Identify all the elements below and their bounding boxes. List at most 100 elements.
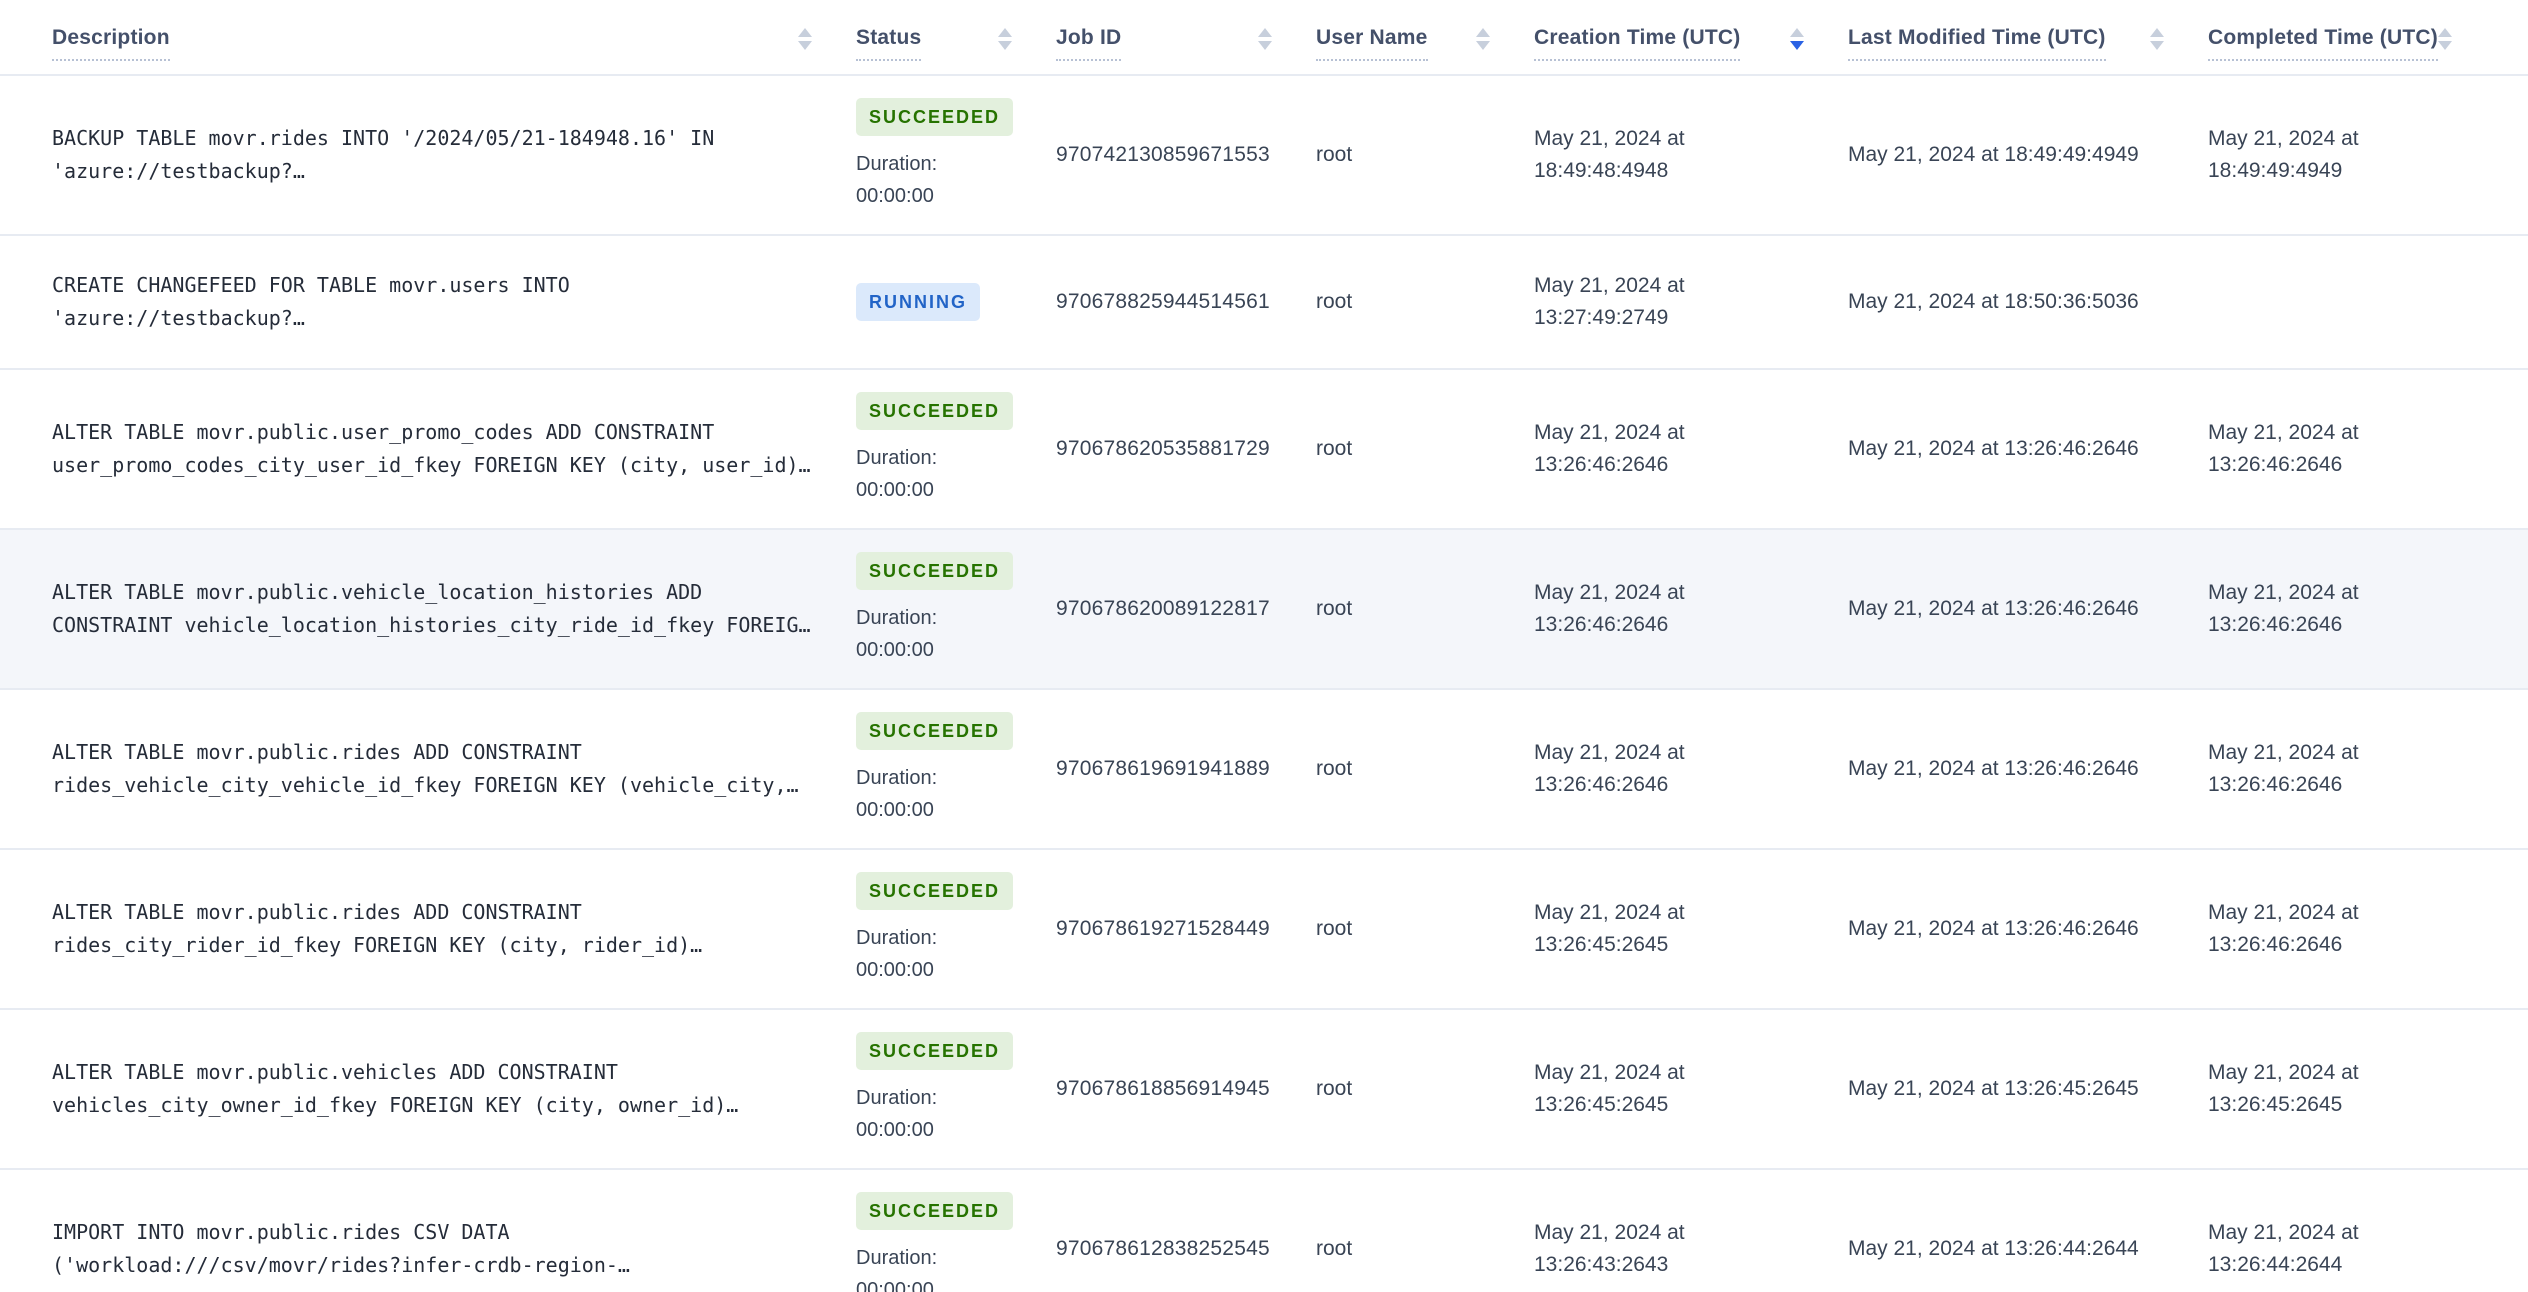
duration-text: Duration: 00:00:00: [856, 1247, 938, 1292]
sort-asc-icon[interactable]: [1258, 28, 1272, 37]
job-description: ALTER TABLE movr.public.user_promo_codes…: [52, 416, 827, 482]
cell-creation-time: May 21, 2024 at 13:26:45:2645: [1534, 901, 1685, 956]
sort-desc-icon[interactable]: [798, 41, 812, 50]
status-badge: SUCCEEDED: [856, 1192, 1014, 1230]
cell-last-modified-time: May 21, 2024 at 13:26:46:2646: [1848, 597, 2139, 620]
job-description-line: user_promo_codes_city_user_id_fkey FOREI…: [52, 453, 811, 477]
job-description-line: CREATE CHANGEFEED FOR TABLE movr.users I…: [52, 273, 570, 297]
cell-status: SUCCEEDED Duration: 00:00:00: [856, 1010, 1056, 1168]
sort-asc-icon[interactable]: [2437, 28, 2452, 37]
sort-desc-icon[interactable]: [2150, 41, 2164, 50]
sort-asc-icon[interactable]: [2150, 28, 2164, 37]
cell-status: SUCCEEDED Duration: 00:00:00: [856, 530, 1056, 688]
sort-arrows-icon[interactable]: [1476, 28, 1490, 50]
job-description-line: IMPORT INTO movr.public.rides CSV DATA: [52, 1220, 510, 1244]
job-description: BACKUP TABLE movr.rides INTO '/2024/05/2…: [52, 122, 827, 188]
sort-asc-icon[interactable]: [1476, 28, 1490, 37]
cell-completed-time: [2208, 280, 2528, 324]
sort-asc-icon[interactable]: [798, 28, 812, 37]
column-header-label[interactable]: Job ID: [1056, 26, 1122, 61]
status-badge: RUNNING: [856, 283, 980, 321]
cell-last-modified-time: May 21, 2024 at 18:50:36:5036: [1848, 290, 2139, 313]
cell-job-id[interactable]: 970678619271528449: [1056, 891, 1316, 967]
sort-desc-icon[interactable]: [998, 41, 1012, 50]
cell-user-name: root: [1316, 1077, 1353, 1100]
sort-arrows-icon[interactable]: [2150, 28, 2164, 50]
table-row[interactable]: CREATE CHANGEFEED FOR TABLE movr.users I…: [0, 236, 2528, 370]
sort-arrows-icon[interactable]: [1258, 28, 1272, 50]
cell-job-id[interactable]: 970678618856914945: [1056, 1051, 1316, 1127]
duration-text: Duration: 00:00:00: [856, 927, 938, 981]
sort-arrows-icon[interactable]: [2437, 28, 2452, 50]
cell-status: SUCCEEDED Duration: 00:00:00: [856, 76, 1056, 234]
column-header-completed_time[interactable]: Completed Time (UTC): [2208, 0, 2528, 74]
column-header-label[interactable]: Description: [52, 26, 170, 61]
column-header-status[interactable]: Status: [856, 0, 1056, 74]
column-header-label[interactable]: Last Modified Time (UTC): [1848, 26, 2106, 61]
table-row[interactable]: ALTER TABLE movr.public.rides ADD CONSTR…: [0, 690, 2528, 850]
cell-description: BACKUP TABLE movr.rides INTO '/2024/05/2…: [0, 100, 856, 210]
column-header-creation_time[interactable]: Creation Time (UTC): [1534, 0, 1848, 74]
sort-desc-icon[interactable]: [2437, 41, 2452, 50]
job-description: ALTER TABLE movr.public.vehicle_location…: [52, 576, 827, 642]
sort-arrows-icon[interactable]: [1790, 28, 1804, 50]
column-header-label[interactable]: User Name: [1316, 26, 1428, 61]
duration-text: Duration: 00:00:00: [856, 607, 938, 661]
column-header-job_id[interactable]: Job ID: [1056, 0, 1316, 74]
job-description-line: vehicles_city_owner_id_fkey FOREIGN KEY …: [52, 1093, 739, 1117]
table-row[interactable]: ALTER TABLE movr.public.vehicles ADD CON…: [0, 1010, 2528, 1170]
job-description: ALTER TABLE movr.public.rides ADD CONSTR…: [52, 896, 827, 962]
sort-desc-icon[interactable]: [1476, 41, 1490, 50]
cell-completed-time: May 21, 2024 at 13:26:46:2646: [2208, 741, 2359, 796]
cell-job-id[interactable]: 970678619691941889: [1056, 731, 1316, 807]
sort-asc-icon[interactable]: [1790, 28, 1804, 37]
table-row[interactable]: IMPORT INTO movr.public.rides CSV DATA ('…: [0, 1170, 2528, 1292]
sort-desc-icon[interactable]: [1790, 41, 1804, 50]
sort-arrows-icon[interactable]: [998, 28, 1012, 50]
status-badge: SUCCEEDED: [856, 392, 1014, 430]
cell-creation-time: May 21, 2024 at 13:27:49:2749: [1534, 274, 1685, 329]
table-row[interactable]: ALTER TABLE movr.public.vehicle_location…: [0, 530, 2528, 690]
sort-desc-icon[interactable]: [1258, 41, 1272, 50]
cell-description: ALTER TABLE movr.public.rides ADD CONSTR…: [0, 874, 856, 984]
cell-description: ALTER TABLE movr.public.user_promo_codes…: [0, 394, 856, 504]
job-description-line: ALTER TABLE movr.public.vehicles ADD CON…: [52, 1060, 618, 1084]
job-description: IMPORT INTO movr.public.rides CSV DATA ('…: [52, 1216, 827, 1282]
column-header-label[interactable]: Creation Time (UTC): [1534, 26, 1741, 61]
cell-job-id[interactable]: 970678825944514561: [1056, 264, 1316, 340]
job-description-line: rides_city_rider_id_fkey FOREIGN KEY (ci…: [52, 933, 703, 957]
cell-status: SUCCEEDED Duration: 00:00:00: [856, 850, 1056, 1008]
cell-user-name: root: [1316, 143, 1353, 166]
cell-job-id[interactable]: 970742130859671553: [1056, 117, 1316, 193]
status-badge: SUCCEEDED: [856, 98, 1014, 136]
cell-description: CREATE CHANGEFEED FOR TABLE movr.users I…: [0, 247, 856, 357]
cell-status: RUNNING: [856, 261, 1056, 343]
column-header-user_name[interactable]: User Name: [1316, 0, 1534, 74]
sort-asc-icon[interactable]: [998, 28, 1012, 37]
cell-job-id[interactable]: 970678620089122817: [1056, 571, 1316, 647]
cell-user-name: root: [1316, 917, 1353, 940]
cell-user-name: root: [1316, 1237, 1353, 1260]
column-header-label[interactable]: Completed Time (UTC): [2208, 26, 2438, 61]
column-header-last_modified_time[interactable]: Last Modified Time (UTC): [1848, 0, 2208, 74]
cell-completed-time: May 21, 2024 at 13:26:46:2646: [2208, 901, 2359, 956]
cell-status: SUCCEEDED Duration: 00:00:00: [856, 370, 1056, 528]
status-badge: SUCCEEDED: [856, 552, 1014, 590]
column-header-description[interactable]: Description: [0, 0, 856, 74]
cell-user-name: root: [1316, 757, 1353, 780]
table-row[interactable]: ALTER TABLE movr.public.user_promo_codes…: [0, 370, 2528, 530]
cell-job-id[interactable]: 970678620535881729: [1056, 411, 1316, 487]
cell-creation-time: May 21, 2024 at 13:26:43:2643: [1534, 1221, 1685, 1276]
job-description-line: CONSTRAINT vehicle_location_histories_ci…: [52, 613, 811, 637]
cell-completed-time: May 21, 2024 at 13:26:46:2646: [2208, 581, 2359, 636]
cell-user-name: root: [1316, 290, 1353, 313]
sort-arrows-icon[interactable]: [798, 28, 812, 50]
cell-completed-time: May 21, 2024 at 13:26:45:2645: [2208, 1061, 2359, 1116]
column-header-label[interactable]: Status: [856, 26, 922, 61]
table-row[interactable]: ALTER TABLE movr.public.rides ADD CONSTR…: [0, 850, 2528, 1010]
job-description: ALTER TABLE movr.public.rides ADD CONSTR…: [52, 736, 827, 802]
cell-user-name: root: [1316, 597, 1353, 620]
cell-job-id[interactable]: 970678612838252545: [1056, 1211, 1316, 1287]
table-row[interactable]: BACKUP TABLE movr.rides INTO '/2024/05/2…: [0, 76, 2528, 236]
cell-completed-time: May 21, 2024 at 13:26:46:2646: [2208, 421, 2359, 476]
